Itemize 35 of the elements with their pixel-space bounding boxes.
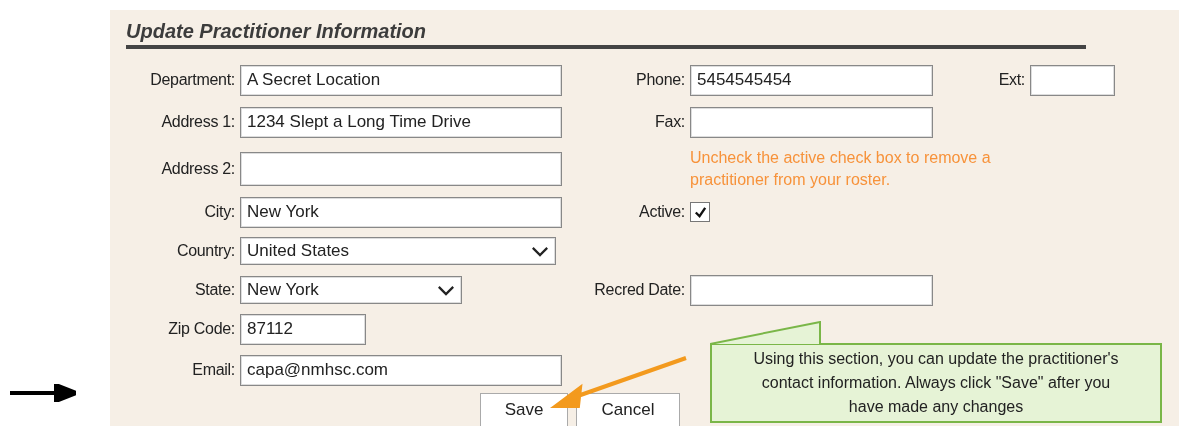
input-field[interactable]: 5454545454 xyxy=(690,64,933,96)
input-field[interactable] xyxy=(240,152,562,186)
field-label: Zip Code: xyxy=(168,320,236,338)
input-field[interactable]: 87112 xyxy=(240,313,366,345)
input-field[interactable]: capa@nmhsc.com xyxy=(240,354,562,386)
field-label: Recred Date: xyxy=(594,281,686,299)
field-label: Address 1: xyxy=(161,113,236,131)
field-label: Email: xyxy=(192,361,236,379)
field-label: Country: xyxy=(176,242,236,260)
input-field[interactable] xyxy=(690,106,933,138)
chevron-down-icon xyxy=(531,245,549,257)
input-field[interactable]: New York xyxy=(240,196,562,228)
chevron-down-icon xyxy=(437,284,455,296)
checkbox[interactable] xyxy=(690,202,710,222)
field-label: City: xyxy=(204,203,236,221)
input-field[interactable] xyxy=(690,274,933,306)
dropdown[interactable]: United States xyxy=(240,237,556,265)
checkmark-icon xyxy=(692,204,708,220)
input-field[interactable]: 1234 Slept a Long Time Drive xyxy=(240,106,562,138)
dropdown[interactable]: New York xyxy=(240,276,462,304)
field-label: Ext: xyxy=(998,71,1026,89)
field-label: Address 2: xyxy=(161,160,236,178)
save-button[interactable]: Save xyxy=(480,393,568,426)
cancel-button[interactable]: Cancel xyxy=(576,393,680,426)
field-label: Active: xyxy=(639,203,686,221)
section-title: Update Practitioner Information xyxy=(126,20,1086,49)
field-label: Fax: xyxy=(655,113,686,131)
input-field[interactable] xyxy=(1030,64,1115,96)
callout-text: Using this section, you can update the practitioner's contact information. Always click "Save" after you have made any changes xyxy=(752,349,1120,417)
hint-text: Uncheck the active check box to remove a practitioner from your roster. xyxy=(690,148,992,190)
field-label: State: xyxy=(195,281,236,299)
field-label: Department: xyxy=(150,71,236,89)
input-field[interactable]: A Secret Location xyxy=(240,64,562,96)
arrow-icon xyxy=(10,384,76,402)
field-label: Phone: xyxy=(636,71,686,89)
